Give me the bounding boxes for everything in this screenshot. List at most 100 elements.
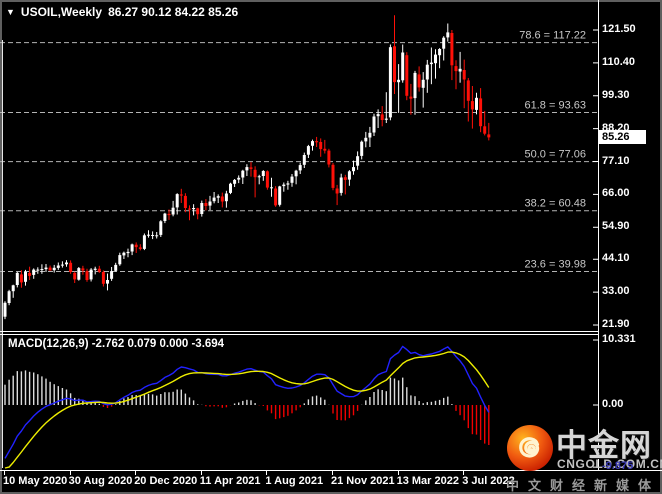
macd-axis-label: -9.875 xyxy=(602,460,634,473)
candle-body xyxy=(319,142,323,150)
time-axis-label: 11 Apr 2021 xyxy=(199,475,261,487)
fib-level-label: 50.0 = 77.06 xyxy=(525,149,586,161)
candle-body xyxy=(335,188,339,194)
candle-body xyxy=(85,271,89,280)
candle-body xyxy=(93,268,97,270)
candle-body xyxy=(196,208,200,215)
candle-body xyxy=(110,271,114,279)
macd-axis-label: 10.331 xyxy=(602,332,636,345)
candle-body xyxy=(151,235,155,236)
candle-body xyxy=(282,184,286,187)
candle-body xyxy=(290,176,294,183)
candle-body xyxy=(380,114,384,120)
candle-body xyxy=(270,187,273,189)
candle-body xyxy=(130,244,134,252)
candle-body xyxy=(200,203,204,214)
macd-histogram xyxy=(4,370,490,445)
candle-body xyxy=(315,141,319,143)
candle-body xyxy=(265,171,269,188)
candle-body xyxy=(434,54,437,64)
price-axis-label: 44.10 xyxy=(602,252,630,265)
candle-body xyxy=(352,167,355,172)
candle-body xyxy=(347,171,351,180)
candle-body xyxy=(429,62,433,65)
candle-body xyxy=(401,52,405,81)
candle-body xyxy=(56,265,60,268)
candle-body xyxy=(470,101,474,110)
candle-body xyxy=(483,126,487,134)
candle-body xyxy=(356,156,360,166)
candle-body xyxy=(458,68,462,72)
pane-left-highlight xyxy=(2,40,3,468)
candle-body xyxy=(245,167,249,171)
candle-body xyxy=(216,196,220,198)
candle-body xyxy=(302,155,306,165)
candle-body xyxy=(147,234,150,236)
candle-body xyxy=(376,114,380,117)
candle-body xyxy=(368,132,372,138)
pane-splitter[interactable] xyxy=(0,334,598,335)
current-price-badge: 85.26 xyxy=(598,130,646,145)
price-chart-plot[interactable]: 78.6 = 117.22 61.8 = 93.63 50.0 = 77.06 38.… xyxy=(0,0,598,331)
candle-body xyxy=(175,194,179,208)
candle-body xyxy=(327,150,331,165)
cngold-tagline-text: 中文财经新媒体 xyxy=(506,478,661,493)
price-axis-label: 99.30 xyxy=(602,88,630,101)
price-axis-label: 121.50 xyxy=(602,23,636,35)
time-axis-label: 1 Aug 2021 xyxy=(265,475,324,487)
candle-body xyxy=(167,213,171,216)
candle-body xyxy=(323,148,327,151)
chart-window: 78.6 = 117.22 61.8 = 93.63 50.0 = 77.06 38.… xyxy=(0,0,662,494)
candle-body xyxy=(97,268,101,272)
candle-body xyxy=(274,188,278,206)
time-axis-line xyxy=(0,470,662,471)
candle-body xyxy=(360,141,364,156)
candle-body xyxy=(286,183,290,185)
candle-body xyxy=(294,170,298,177)
candle-body xyxy=(425,64,429,80)
candle-body xyxy=(28,272,32,276)
candle-body xyxy=(393,46,396,83)
pane-splitter[interactable] xyxy=(0,331,598,332)
candle-body xyxy=(278,186,282,205)
candle-body xyxy=(7,291,11,303)
candle-body xyxy=(32,269,36,275)
candle-body xyxy=(487,134,491,138)
candle-body xyxy=(60,264,64,266)
candle-body xyxy=(466,80,470,101)
candle-body xyxy=(372,116,376,133)
candle-body xyxy=(89,269,93,280)
candle-body xyxy=(138,247,142,249)
candle-body xyxy=(306,146,310,155)
candle-body xyxy=(114,264,118,271)
price-axis-label: 77.10 xyxy=(602,154,630,167)
candle-body xyxy=(106,280,109,284)
candle-body xyxy=(253,169,257,178)
candle-body xyxy=(73,272,77,280)
candle-body xyxy=(183,195,187,208)
candle-body xyxy=(188,208,191,210)
price-axis-label: 21.90 xyxy=(602,318,630,330)
candle-body xyxy=(48,267,52,271)
price-axis-label: 66.00 xyxy=(602,187,630,200)
ohlc-values: 86.27 90.12 84.22 85.26 xyxy=(108,5,239,19)
candle-body xyxy=(298,165,302,171)
candle-body xyxy=(155,235,159,237)
candle-body xyxy=(69,262,73,272)
candle-body xyxy=(442,37,446,49)
candle-body xyxy=(454,66,458,72)
candle-body xyxy=(438,49,442,56)
candle-body xyxy=(331,164,335,188)
price-axis-label: 33.00 xyxy=(602,285,630,298)
candle-body xyxy=(249,167,253,169)
candle-body xyxy=(81,268,85,271)
candle-body xyxy=(343,177,347,180)
candle-body xyxy=(3,302,7,317)
macd-indicator-plot[interactable] xyxy=(0,336,598,470)
candle-body xyxy=(65,262,68,265)
candle-body xyxy=(179,194,183,196)
candle-body xyxy=(44,267,48,270)
candle-body xyxy=(192,208,196,210)
chart-collapse-icon[interactable]: ▼ xyxy=(6,6,15,18)
candle-body xyxy=(339,177,343,193)
